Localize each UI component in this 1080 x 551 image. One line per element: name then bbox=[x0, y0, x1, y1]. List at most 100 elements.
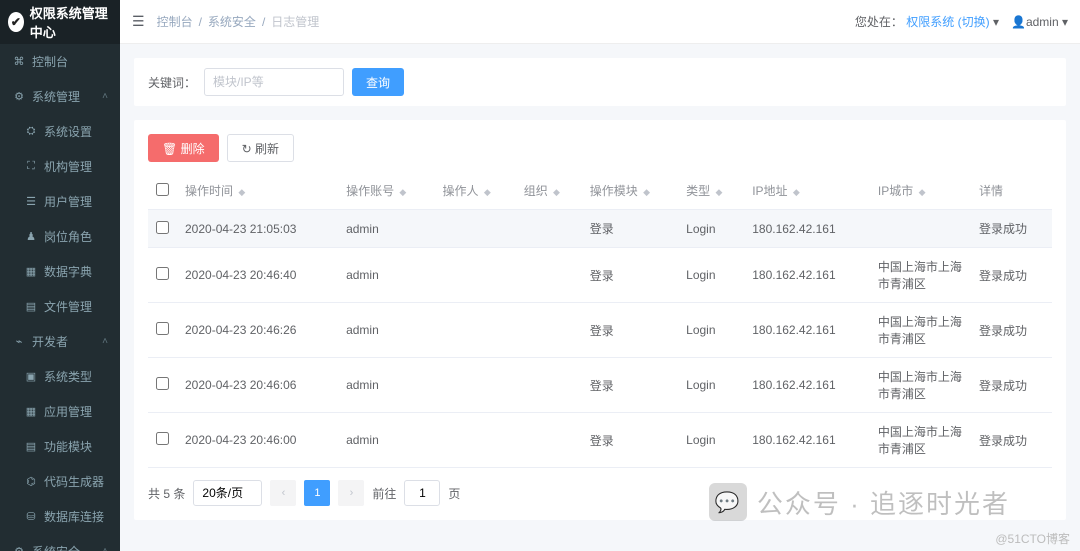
sort-icon[interactable]: ◆ bbox=[399, 187, 406, 197]
location-switch[interactable]: (切换) bbox=[958, 15, 990, 29]
table-card: 🗑 删除 ↻ 刷新 操作时间 ◆操作账号 ◆操作人 ◆组织 ◆操作模块 ◆类型 … bbox=[134, 120, 1066, 520]
sidebar-item-0[interactable]: ⌘ 控制台 bbox=[0, 44, 120, 79]
keyword-input[interactable] bbox=[204, 68, 344, 96]
col-header[interactable]: 操作时间 ◆ bbox=[177, 172, 338, 210]
user-menu[interactable]: 👤admin ▾ bbox=[1011, 15, 1068, 29]
menu-icon: ⛁ bbox=[24, 510, 38, 523]
sidebar-item-11[interactable]: ▤功能模块 bbox=[0, 429, 120, 464]
delete-button[interactable]: 🗑 删除 bbox=[148, 134, 219, 162]
sort-icon[interactable]: ◆ bbox=[793, 187, 800, 197]
col-header[interactable]: 详情 bbox=[971, 172, 1052, 210]
sidebar-item-13[interactable]: ⛁ 数据库连接 bbox=[0, 499, 120, 534]
sort-icon[interactable]: ◆ bbox=[484, 187, 491, 197]
table-row[interactable]: 2020-04-23 20:46:00admin登录Login180.162.4… bbox=[148, 413, 1052, 468]
menu-label: 开发者 bbox=[32, 333, 68, 350]
cell-time: 2020-04-23 20:46:00 bbox=[177, 413, 338, 468]
sidebar-item-5[interactable]: ♟岗位角色 bbox=[0, 219, 120, 254]
goto-prefix: 前往 bbox=[372, 485, 396, 502]
sort-icon[interactable]: ◆ bbox=[716, 187, 723, 197]
breadcrumb-item[interactable]: 系统安全 bbox=[208, 15, 256, 29]
cell-org bbox=[516, 413, 582, 468]
sidebar-item-7[interactable]: ▤文件管理 bbox=[0, 289, 120, 324]
sidebar-item-14[interactable]: ⚙系统安全˄ bbox=[0, 534, 120, 551]
cell-detail: 登录成功 bbox=[971, 358, 1052, 413]
menu-label: 应用管理 bbox=[44, 403, 92, 420]
sidebar-item-1[interactable]: ⚙系统管理˄ bbox=[0, 79, 120, 114]
chevron-icon: ˄ bbox=[102, 91, 108, 102]
cell-city: 中国上海市上海市青浦区 bbox=[870, 358, 971, 413]
table-row[interactable]: 2020-04-23 21:05:03admin登录Login180.162.4… bbox=[148, 210, 1052, 248]
sidebar: ✔ 权限系统管理中心 ⌘控制台⚙系统管理˄⛭系统设置⛶机构管理☰用户管理♟岗位角… bbox=[0, 0, 120, 551]
menu-icon: ⛶ bbox=[24, 160, 38, 173]
sort-icon[interactable]: ◆ bbox=[553, 187, 560, 197]
menu-icon: ⌘ bbox=[12, 55, 26, 68]
filter-bar: 关键词： 查询 bbox=[134, 58, 1066, 106]
sidebar-item-10[interactable]: ▦应用管理 bbox=[0, 394, 120, 429]
cell-org bbox=[516, 248, 582, 303]
row-checkbox[interactable] bbox=[156, 221, 169, 234]
cell-module: 登录 bbox=[582, 303, 678, 358]
col-header[interactable]: IP地址 ◆ bbox=[744, 172, 870, 210]
sort-icon[interactable]: ◆ bbox=[643, 187, 650, 197]
sidebar-item-4[interactable]: ☰ 用户管理 bbox=[0, 184, 120, 219]
cell-module: 登录 bbox=[582, 210, 678, 248]
keyword-label: 关键词： bbox=[148, 74, 196, 91]
goto-page-input[interactable] bbox=[404, 480, 440, 506]
trash-icon: 🗑 bbox=[162, 142, 177, 156]
menu-icon: ☰ bbox=[24, 195, 38, 208]
sidebar-item-9[interactable]: ▣系统类型 bbox=[0, 359, 120, 394]
select-all-checkbox[interactable] bbox=[156, 183, 169, 196]
row-checkbox[interactable] bbox=[156, 377, 169, 390]
breadcrumb: 控制台/系统安全/日志管理 bbox=[157, 13, 320, 30]
cell-ip: 180.162.42.161 bbox=[744, 358, 870, 413]
cell-time: 2020-04-23 20:46:26 bbox=[177, 303, 338, 358]
hamburger-icon[interactable]: ☰ bbox=[132, 13, 145, 30]
row-checkbox[interactable] bbox=[156, 267, 169, 280]
cell-module: 登录 bbox=[582, 358, 678, 413]
cell-ip: 180.162.42.161 bbox=[744, 303, 870, 358]
log-table: 操作时间 ◆操作账号 ◆操作人 ◆组织 ◆操作模块 ◆类型 ◆IP地址 ◆IP城… bbox=[148, 172, 1052, 468]
cell-detail: 登录成功 bbox=[971, 413, 1052, 468]
sidebar-item-6[interactable]: ▦数据字典 bbox=[0, 254, 120, 289]
prev-page-button[interactable]: ‹ bbox=[270, 480, 296, 506]
cell-org bbox=[516, 303, 582, 358]
cell-detail: 登录成功 bbox=[971, 248, 1052, 303]
col-header[interactable]: 操作模块 ◆ bbox=[582, 172, 678, 210]
location-link[interactable]: 权限系统 bbox=[906, 15, 954, 29]
col-header[interactable]: 类型 ◆ bbox=[678, 172, 744, 210]
breadcrumb-item: 日志管理 bbox=[271, 15, 319, 29]
col-header[interactable]: 操作人 ◆ bbox=[434, 172, 515, 210]
col-header[interactable]: 操作账号 ◆ bbox=[338, 172, 434, 210]
cell-time: 2020-04-23 20:46:40 bbox=[177, 248, 338, 303]
sidebar-item-12[interactable]: ⌬代码生成器 bbox=[0, 464, 120, 499]
col-header[interactable]: IP城市 ◆ bbox=[870, 172, 971, 210]
search-button[interactable]: 查询 bbox=[352, 68, 404, 96]
cell-org bbox=[516, 358, 582, 413]
goto-suffix: 页 bbox=[448, 485, 460, 502]
table-row[interactable]: 2020-04-23 20:46:06admin登录Login180.162.4… bbox=[148, 358, 1052, 413]
menu-label: 用户管理 bbox=[44, 193, 92, 210]
sort-icon[interactable]: ◆ bbox=[238, 187, 245, 197]
pagination: 共 5 条 20条/页 ‹ 1 › 前往 页 bbox=[148, 480, 1052, 506]
next-page-button[interactable]: › bbox=[338, 480, 364, 506]
row-checkbox[interactable] bbox=[156, 432, 169, 445]
page-size-select[interactable]: 20条/页 bbox=[193, 480, 262, 506]
page-1-button[interactable]: 1 bbox=[304, 480, 330, 506]
col-header[interactable]: 组织 ◆ bbox=[516, 172, 582, 210]
cell-ip: 180.162.42.161 bbox=[744, 210, 870, 248]
menu-icon: ▦ bbox=[24, 265, 38, 278]
cell-detail: 登录成功 bbox=[971, 303, 1052, 358]
sidebar-item-8[interactable]: ⌁开发者˄ bbox=[0, 324, 120, 359]
refresh-button[interactable]: ↻ 刷新 bbox=[227, 134, 294, 162]
sort-icon[interactable]: ◆ bbox=[919, 187, 926, 197]
sidebar-item-3[interactable]: ⛶机构管理 bbox=[0, 149, 120, 184]
sidebar-item-2[interactable]: ⛭系统设置 bbox=[0, 114, 120, 149]
table-row[interactable]: 2020-04-23 20:46:26admin登录Login180.162.4… bbox=[148, 303, 1052, 358]
breadcrumb-item[interactable]: 控制台 bbox=[157, 15, 193, 29]
menu-label: 数据库连接 bbox=[44, 508, 104, 525]
menu-label: 控制台 bbox=[32, 53, 68, 70]
row-checkbox[interactable] bbox=[156, 322, 169, 335]
table-row[interactable]: 2020-04-23 20:46:40admin登录Login180.162.4… bbox=[148, 248, 1052, 303]
cell-org bbox=[516, 210, 582, 248]
location-label: 您处在： 权限系统 (切换) ▾ bbox=[855, 13, 999, 30]
